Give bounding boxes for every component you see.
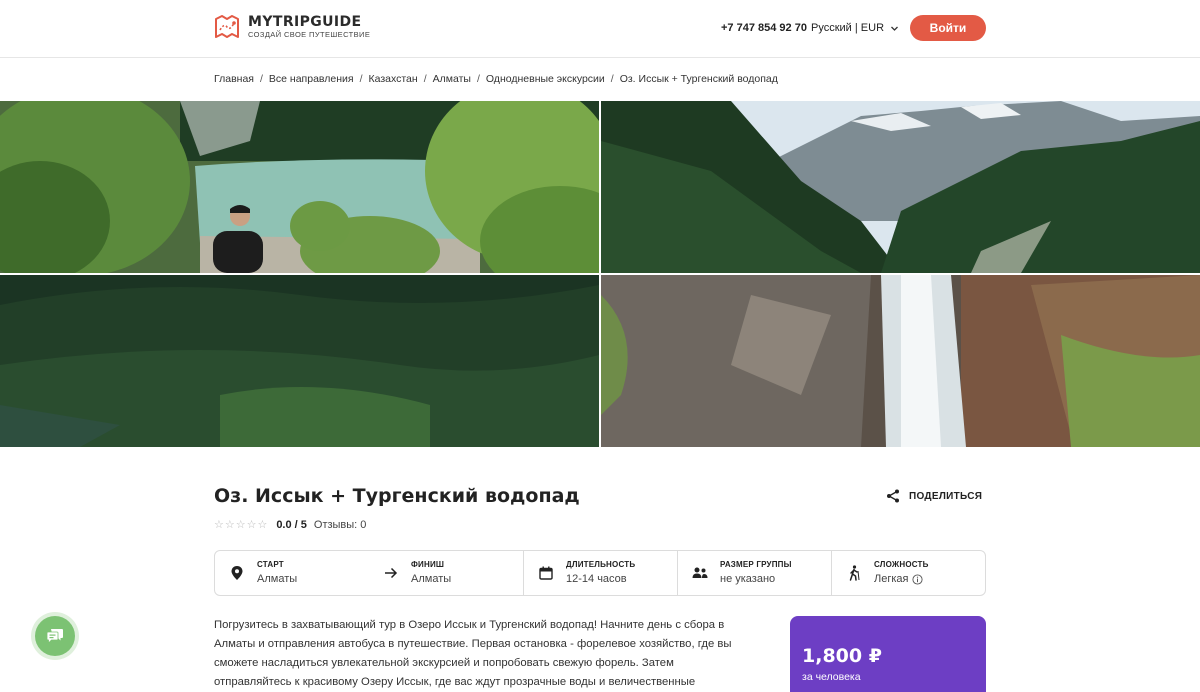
- share-button[interactable]: ПОДЕЛИТЬСЯ: [886, 489, 982, 503]
- price-per-person: за человека: [802, 671, 861, 683]
- rating-summary: ☆☆☆☆☆ 0.0 / 5 Отзывы: 0: [214, 518, 367, 532]
- description-line: отправляйтесь к красивому Озеру Иссык, г…: [214, 676, 696, 688]
- tour-description: Погрузитесь в захватывающий тур в Озеро …: [214, 616, 762, 692]
- login-button[interactable]: Войти: [910, 15, 986, 41]
- chat-icon: [46, 628, 63, 644]
- finish-label: ФИНИШ: [411, 560, 445, 569]
- info-icon[interactable]: [912, 574, 924, 585]
- rating-stars: ☆☆☆☆☆: [214, 519, 269, 531]
- difficulty-value: Легкая: [874, 573, 909, 585]
- description-line: сможете насладиться увлекательной экскур…: [214, 657, 674, 669]
- phone-link[interactable]: +7 747 854 92 70: [721, 20, 807, 36]
- group-size-value: не указано: [720, 573, 776, 585]
- breadcrumb-almaty[interactable]: Алматы: [433, 72, 471, 86]
- mountain-valley-photo[interactable]: [601, 101, 1200, 273]
- forest-slope-photo[interactable]: [0, 275, 599, 447]
- start-value: Алматы: [257, 573, 298, 585]
- description-line: Погрузитесь в захватывающий тур в Озеро …: [214, 619, 725, 631]
- rating-score: 0.0 / 5: [276, 518, 307, 531]
- share-label: ПОДЕЛИТЬСЯ: [909, 490, 983, 502]
- group-icon: [690, 563, 710, 583]
- info-group-size: РАЗМЕР ГРУППЫ не указано: [677, 551, 831, 595]
- breadcrumb-home[interactable]: Главная: [214, 72, 254, 86]
- group-size-label: РАЗМЕР ГРУППЫ: [720, 560, 792, 569]
- breadcrumb: Главная / Все направления / Казахстан / …: [214, 72, 778, 86]
- reviews-link[interactable]: Отзывы: 0: [314, 519, 367, 531]
- info-duration: ДЛИТЕЛЬНОСТЬ 12-14 часов: [523, 551, 677, 595]
- lake-photo[interactable]: [0, 101, 599, 273]
- language-currency-label: Русский | EUR: [811, 22, 885, 34]
- price-amount: 1,800 ₽: [802, 645, 882, 667]
- logo-name: MYTRIPGUIDE: [248, 14, 362, 30]
- info-finish: ФИНИШ Алматы: [369, 551, 523, 595]
- hiker-icon: [844, 563, 864, 583]
- breadcrumb-all-destinations[interactable]: Все направления: [269, 72, 354, 86]
- tour-info-strip: СТАРТ Алматы ФИНИШ Алматы ДЛИТЕЛЬНОСТЬ 1…: [214, 550, 986, 596]
- info-start: СТАРТ Алматы: [215, 551, 369, 595]
- chevron-down-icon: [891, 26, 898, 31]
- site-header: MYTRIPGUIDE СОЗДАЙ СВОЕ ПУТЕШЕСТВИЕ +7 7…: [0, 0, 1200, 58]
- duration-value: 12-14 часов: [566, 573, 627, 585]
- waterfall-photo[interactable]: [601, 275, 1200, 447]
- arrow-right-icon: [381, 563, 401, 583]
- breadcrumb-separator: /: [423, 73, 427, 85]
- breadcrumb-kazakhstan[interactable]: Казахстан: [368, 72, 417, 86]
- description-line: Алматы и отправления автобуса в путешест…: [214, 638, 732, 650]
- start-label: СТАРТ: [257, 560, 284, 569]
- tour-title: Оз. Иссык + Тургенский водопад: [214, 485, 580, 507]
- location-pin-icon: [227, 563, 247, 583]
- price-card: 1,800 ₽ за человека: [790, 616, 986, 692]
- breadcrumb-separator: /: [476, 73, 480, 85]
- finish-value: Алматы: [411, 573, 452, 585]
- breadcrumb-separator: /: [610, 73, 614, 85]
- photo-gallery: [0, 101, 1200, 447]
- map-logo-icon: [215, 15, 239, 38]
- chat-button[interactable]: [35, 616, 75, 656]
- difficulty-label: СЛОЖНОСТЬ: [874, 560, 929, 569]
- difficulty-value-row: Легкая: [874, 572, 929, 587]
- duration-label: ДЛИТЕЛЬНОСТЬ: [566, 560, 636, 569]
- breadcrumb-separator: /: [259, 73, 263, 85]
- breadcrumb-day-trips[interactable]: Однодневные экскурсии: [486, 72, 605, 86]
- share-icon: [887, 489, 899, 503]
- language-currency-select[interactable]: Русский | EUR: [811, 20, 899, 36]
- logo-tagline: СОЗДАЙ СВОЕ ПУТЕШЕСТВИЕ: [248, 30, 371, 39]
- info-difficulty: СЛОЖНОСТЬ Легкая: [831, 551, 985, 595]
- breadcrumb-separator: /: [359, 73, 363, 85]
- breadcrumb-current: Оз. Иссык + Тургенский водопад: [619, 73, 778, 85]
- logo[interactable]: MYTRIPGUIDE СОЗДАЙ СВОЕ ПУТЕШЕСТВИЕ: [214, 14, 370, 40]
- calendar-icon: [536, 563, 556, 583]
